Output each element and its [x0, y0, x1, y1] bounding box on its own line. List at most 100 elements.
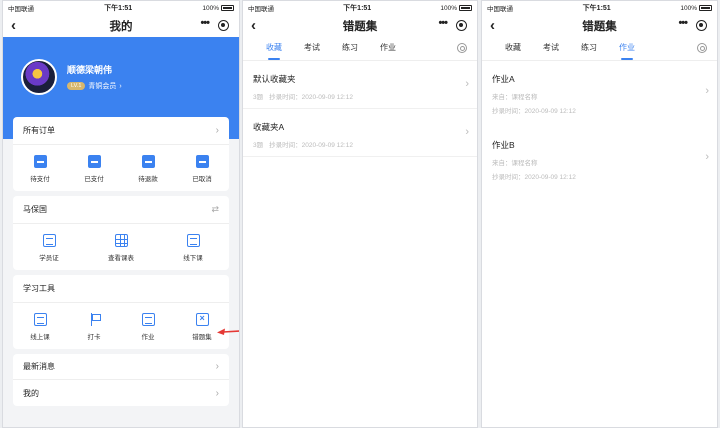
homework-item[interactable]: 作业 [123, 313, 173, 341]
status-bar: 中国联通 下午1:51 100% [482, 1, 717, 15]
folder-title: 收藏夹A [253, 122, 285, 132]
student-card-item[interactable]: 学员证 [24, 234, 74, 262]
list-item[interactable]: 收藏夹A 3题 抄录时间：2020-09-09 12:12 › [243, 109, 477, 157]
timetable-item[interactable]: 查看课表 [96, 234, 146, 262]
homework-source: 来自：课程名称 [492, 94, 538, 101]
switch-icon[interactable]: ⇄ [211, 204, 219, 215]
tools-row: 学习工具 [13, 275, 229, 303]
grid-label: 打卡 [87, 334, 101, 341]
clock: 下午1:51 [343, 5, 372, 12]
tab-bar: 收藏 考试 练习 作业 [243, 37, 477, 61]
more-icon[interactable]: ••• [438, 17, 448, 29]
user-name: 顺德梁朝伟 [67, 65, 113, 75]
tab-practice[interactable]: 练习 [331, 42, 369, 55]
miniapp-close-icon[interactable] [696, 20, 707, 31]
tab-exam[interactable]: 考试 [293, 42, 331, 55]
tab-practice[interactable]: 练习 [570, 42, 608, 55]
list-item[interactable]: 作业B 来自：课程名称 抄录时间：2020-09-09 12:12 › [482, 127, 717, 193]
tools-title: 学习工具 [23, 284, 55, 293]
folder-title: 默认收藏夹 [253, 74, 296, 84]
latest-messages-row[interactable]: 最新消息 › [13, 354, 229, 380]
online-course-item[interactable]: 线上课 [15, 313, 65, 341]
status-bar: 中国联通 下午1:51 100% [3, 1, 239, 15]
my-row[interactable]: 我的 › [13, 380, 229, 406]
nav-bar: ‹ 我的 ••• [3, 15, 239, 37]
screenshot-stage: 中国联通 下午1:51 100% ‹ 我的 ••• 顺德梁朝伟 LV.1 青铜会… [0, 0, 720, 428]
battery-percent: 100% [202, 4, 219, 12]
homework-icon [141, 313, 155, 326]
row-label: 我的 [23, 388, 39, 398]
chevron-right-icon: › [215, 387, 219, 399]
carrier-label: 中国联通 [487, 6, 513, 13]
homework-source: 来自：课程名称 [492, 160, 538, 167]
copy-time: 抄录时间：2020-09-09 12:12 [269, 94, 353, 101]
grid-label: 查看课表 [108, 255, 134, 262]
refund-icon [141, 155, 155, 168]
order-cancelled[interactable]: 已取消 [177, 155, 227, 183]
homework-time: 抄录时间：2020-09-09 12:12 [492, 174, 576, 181]
clock: 下午1:51 [582, 5, 611, 12]
tab-favorites[interactable]: 收藏 [494, 42, 532, 55]
chevron-right-icon: › [119, 82, 122, 90]
orders-card: 所有订单 › 待支付 已支付 待退款 已取消 [13, 117, 229, 191]
org-row[interactable]: 马保国 ⇄ [13, 196, 229, 224]
battery-percent: 100% [440, 4, 457, 12]
battery-status: 100% [440, 5, 472, 12]
tools-card: 学习工具 线上课 打卡 作业 错题集 [13, 275, 229, 349]
more-icon[interactable]: ••• [200, 17, 210, 29]
settings-icon[interactable] [457, 43, 467, 53]
avatar[interactable] [21, 59, 57, 95]
row-label: 最新消息 [23, 362, 55, 371]
settings-icon[interactable] [697, 43, 707, 53]
grid-label: 错题集 [192, 334, 212, 341]
all-orders-row[interactable]: 所有订单 › [13, 117, 229, 145]
list-item[interactable]: 作业A 来自：课程名称 抄录时间：2020-09-09 12:12 › [482, 61, 717, 127]
page-title: 错题集 [342, 21, 378, 33]
miniapp-close-icon[interactable] [456, 20, 467, 31]
back-icon[interactable]: ‹ [490, 18, 495, 33]
grid-label: 作业 [141, 334, 155, 341]
back-icon[interactable]: ‹ [11, 18, 16, 33]
chevron-right-icon: › [215, 361, 219, 372]
checkin-item[interactable]: 打卡 [69, 313, 119, 341]
profile-header[interactable]: 顺德梁朝伟 LV.1 青铜会员 › [3, 37, 239, 117]
status-bar: 中国联通 下午1:51 100% [243, 1, 477, 15]
miniapp-close-icon[interactable] [218, 20, 229, 31]
homework-time: 抄录时间：2020-09-09 12:12 [492, 108, 576, 115]
battery-icon [458, 5, 472, 11]
wrong-questions-homework-screen: 中国联通 下午1:51 100% ‹ 错题集 ••• 收藏 考试 练习 作业 作… [481, 0, 718, 428]
clock: 下午1:51 [104, 5, 133, 12]
grid-label: 待支付 [30, 176, 50, 183]
org-card: 马保国 ⇄ 学员证 查看课表 线下课 [13, 196, 229, 270]
tab-homework[interactable]: 作业 [369, 42, 407, 55]
grid-label: 学员证 [39, 255, 59, 262]
more-icon[interactable]: ••• [678, 17, 688, 29]
folder-meta: 3题 抄录时间：2020-09-09 12:12 [253, 139, 467, 149]
order-pending-pay[interactable]: 待支付 [15, 155, 65, 183]
member-level[interactable]: LV.1 青铜会员 › [67, 81, 122, 91]
question-count: 3题 [253, 94, 264, 101]
org-title: 马保国 [23, 205, 47, 214]
chevron-right-icon: › [465, 78, 469, 90]
order-pending-refund[interactable]: 待退款 [123, 155, 173, 183]
tab-favorites[interactable]: 收藏 [255, 42, 293, 60]
offline-course-item[interactable]: 线下课 [168, 234, 218, 262]
nav-bar: ‹ 错题集 ••• [482, 15, 717, 37]
id-card-icon [42, 234, 56, 247]
battery-icon [220, 5, 234, 11]
member-label: 青铜会员 [88, 83, 117, 90]
tab-homework[interactable]: 作业 [608, 42, 646, 60]
chevron-right-icon: › [705, 151, 709, 163]
flag-icon [88, 313, 101, 326]
cancel-icon [195, 155, 209, 168]
list-item[interactable]: 默认收藏夹 3题 抄录时间：2020-09-09 12:12 › [243, 61, 477, 109]
order-paid[interactable]: 已支付 [69, 155, 119, 183]
tab-bar: 收藏 考试 练习 作业 [482, 37, 717, 61]
wallet-icon [33, 155, 47, 168]
grid-label: 线下课 [183, 255, 203, 262]
grid-label: 已取消 [192, 176, 212, 183]
chevron-right-icon: › [465, 126, 469, 138]
tab-exam[interactable]: 考试 [532, 42, 570, 55]
orders-title: 所有订单 [23, 126, 55, 135]
back-icon[interactable]: ‹ [251, 18, 256, 33]
